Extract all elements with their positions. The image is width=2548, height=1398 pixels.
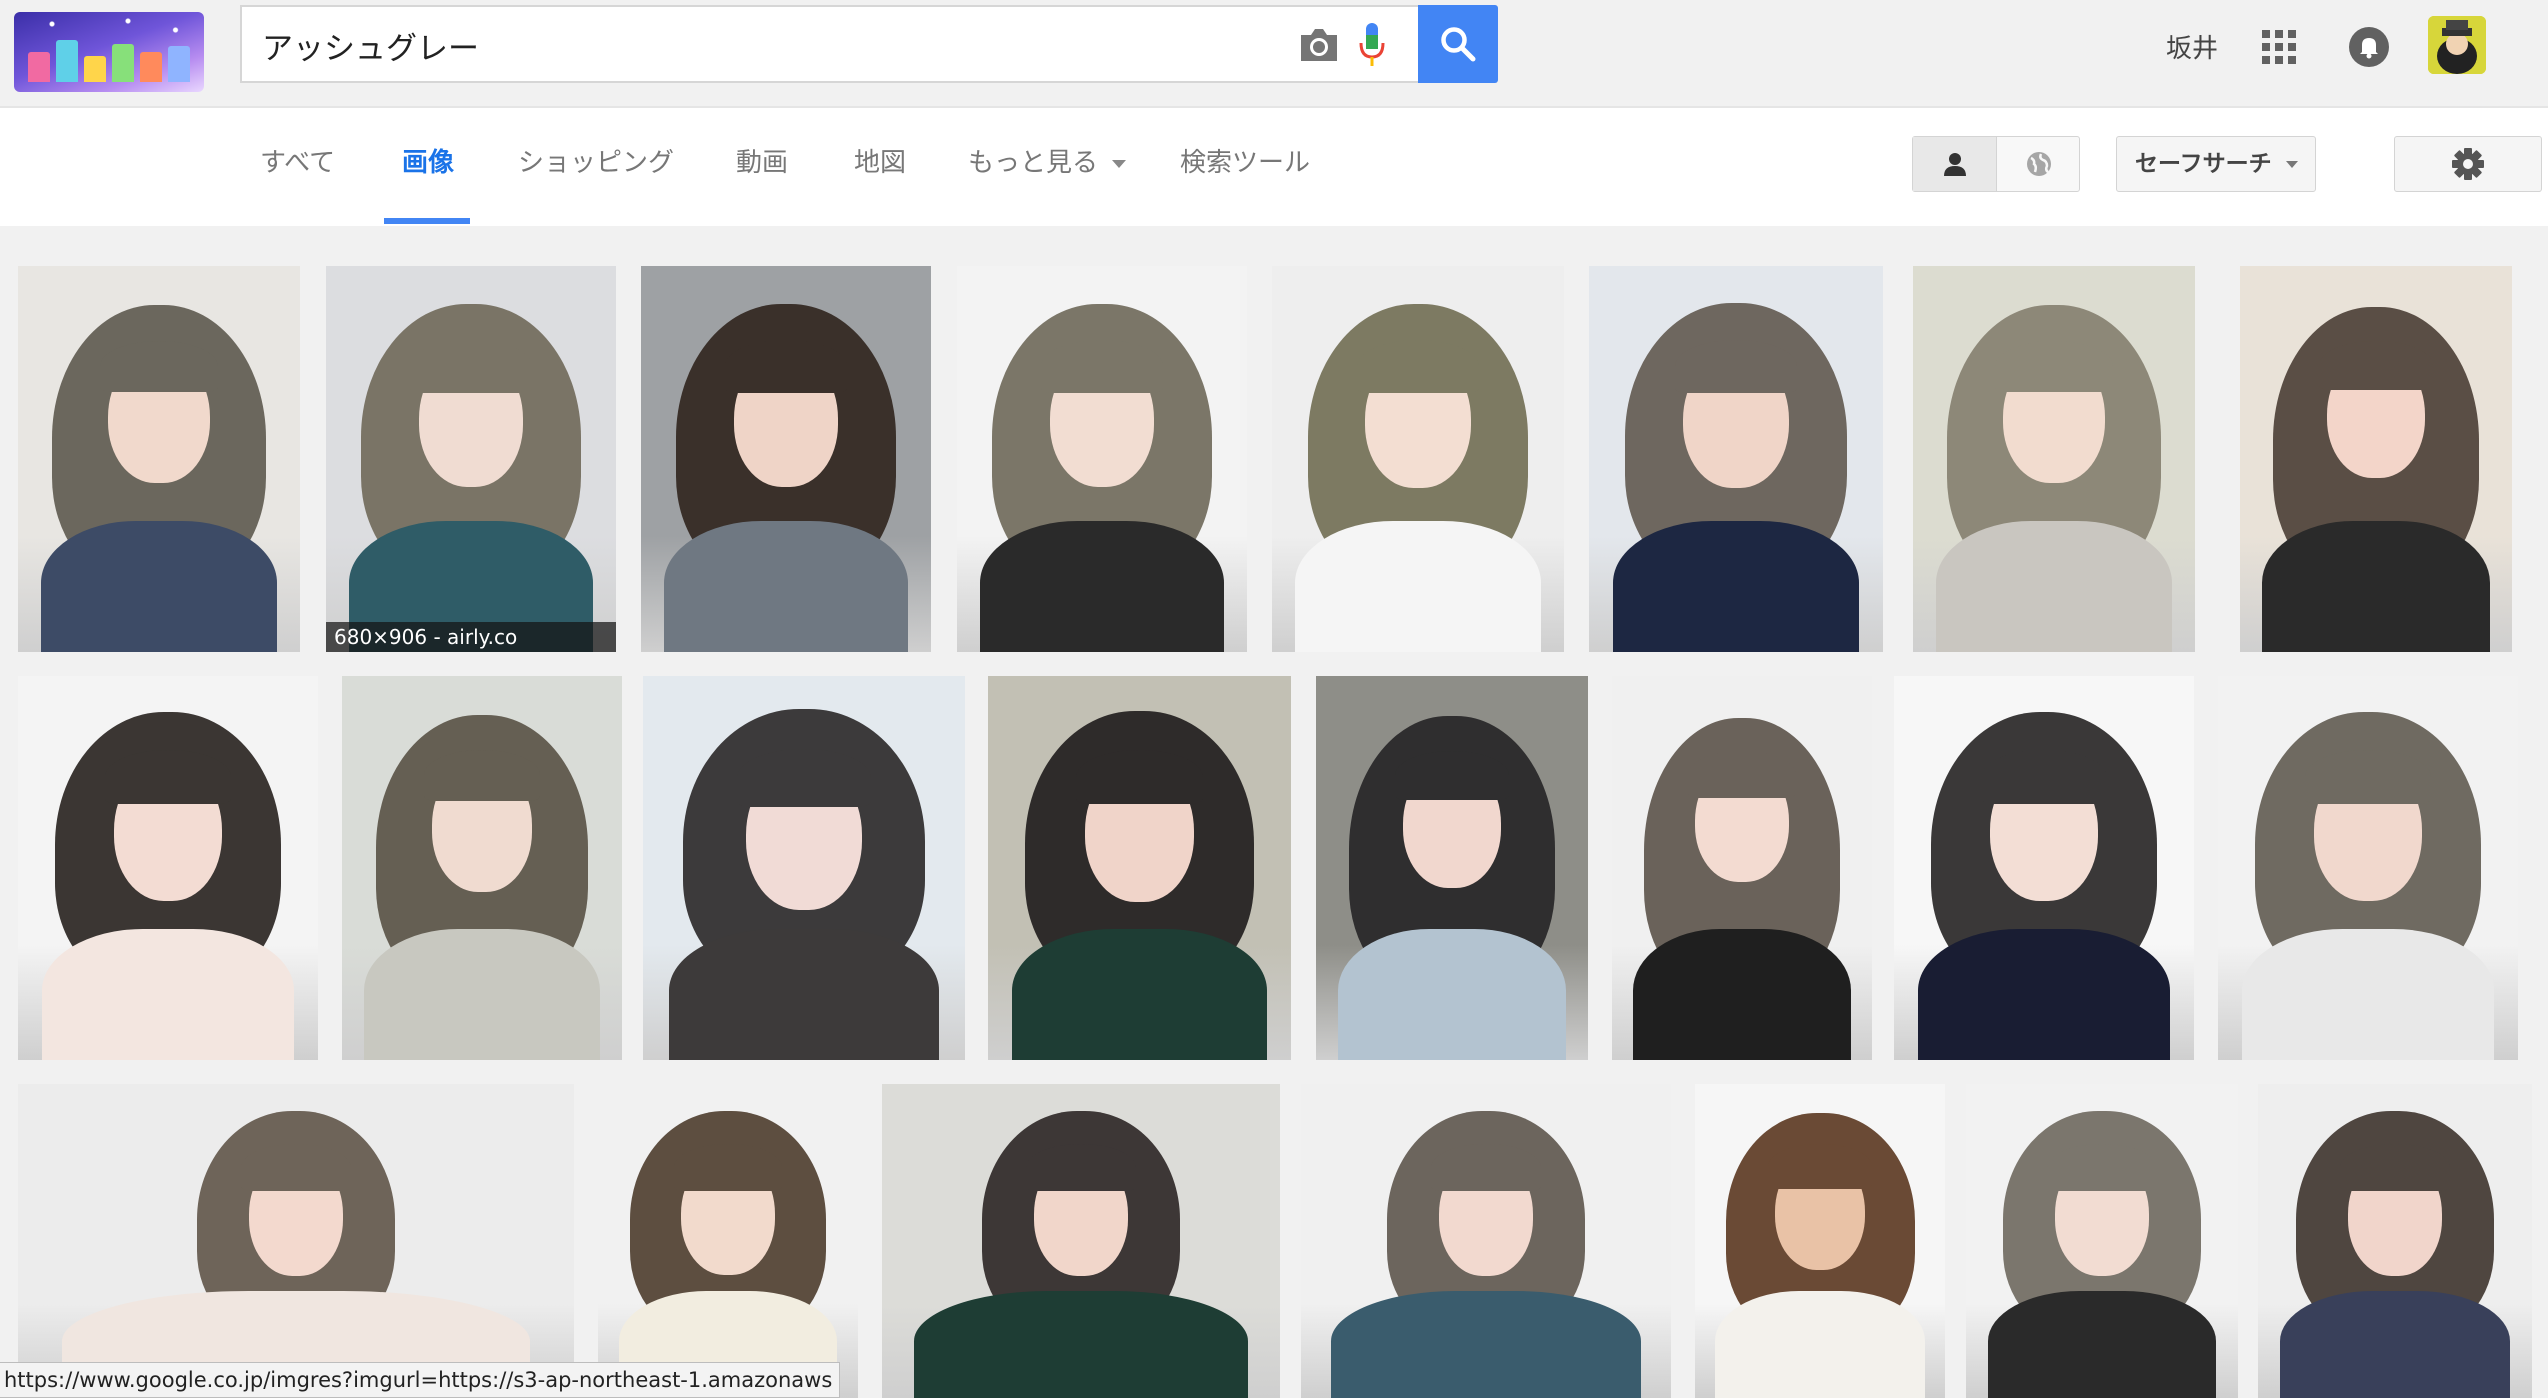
- tab-more-label: もっと見る: [968, 148, 1099, 178]
- image-result-thumbnail[interactable]: [2218, 676, 2518, 1060]
- image-result-thumbnail[interactable]: [957, 266, 1247, 652]
- image-result-thumbnail[interactable]: [342, 676, 622, 1060]
- global-results-button[interactable]: [1997, 137, 2080, 191]
- image-result-thumbnail[interactable]: [2240, 266, 2512, 652]
- settings-button[interactable]: [2394, 136, 2542, 192]
- image-result-thumbnail[interactable]: [1589, 266, 1883, 652]
- search-icon: [1441, 27, 1476, 62]
- search-box: [240, 5, 1418, 83]
- tab-images[interactable]: 画像: [402, 108, 454, 226]
- image-result-thumbnail[interactable]: [1612, 676, 1872, 1060]
- top-bar: 坂井: [0, 0, 2548, 108]
- image-result-thumbnail[interactable]: [1301, 1084, 1671, 1398]
- image-result-thumbnail[interactable]: [1913, 266, 2195, 652]
- tab-more[interactable]: もっと見る: [968, 108, 1127, 226]
- gear-icon: [2452, 148, 2484, 180]
- person-icon: [1943, 153, 1966, 176]
- google-doodle-logo[interactable]: [14, 12, 204, 92]
- image-result-thumbnail[interactable]: [1316, 676, 1588, 1060]
- chevron-down-icon: [1112, 159, 1127, 168]
- image-result-thumbnail[interactable]: [598, 1084, 858, 1398]
- status-bar-url: https://www.google.co.jp/imgres?imgurl=h…: [0, 1362, 840, 1398]
- search-button[interactable]: [1418, 5, 1498, 83]
- avatar[interactable]: [2428, 16, 2486, 74]
- chevron-down-icon: [2285, 161, 2298, 168]
- image-result-thumbnail[interactable]: [1272, 266, 1564, 652]
- bell-icon[interactable]: [2348, 26, 2390, 68]
- image-result-thumbnail[interactable]: [18, 1084, 574, 1398]
- mic-icon[interactable]: [1358, 21, 1386, 69]
- image-result-thumbnail[interactable]: [1695, 1084, 1945, 1398]
- image-result-thumbnail[interactable]: [1894, 676, 2194, 1060]
- thumbnail-hover-caption: 680×906 - airly.co: [326, 622, 616, 652]
- image-result-thumbnail[interactable]: [882, 1084, 1280, 1398]
- search-input[interactable]: [260, 7, 1264, 83]
- tab-videos[interactable]: 動画: [736, 108, 788, 226]
- image-results-grid: 680×906 - airly.co: [0, 226, 2548, 1398]
- tab-maps[interactable]: 地図: [854, 108, 906, 226]
- image-result-thumbnail[interactable]: [1966, 1084, 2238, 1398]
- tab-shopping[interactable]: ショッピング: [518, 108, 674, 226]
- tab-search-tools[interactable]: 検索ツール: [1180, 108, 1310, 226]
- image-result-thumbnail[interactable]: 680×906 - airly.co: [326, 266, 616, 652]
- apps-grid-icon[interactable]: [2262, 30, 2296, 64]
- globe-icon: [2026, 152, 2051, 176]
- image-result-thumbnail[interactable]: [18, 266, 300, 652]
- image-result-thumbnail[interactable]: [988, 676, 1291, 1060]
- safesearch-label: セーフサーチ: [2135, 151, 2272, 177]
- search-tabs-bar: すべて 画像 ショッピング 動画 地図 もっと見る 検索ツール セーフサーチ: [0, 108, 2548, 227]
- tab-all[interactable]: すべて: [260, 108, 335, 226]
- active-tab-indicator: [384, 218, 470, 224]
- image-result-thumbnail[interactable]: [2258, 1084, 2532, 1398]
- image-result-thumbnail[interactable]: [641, 266, 931, 652]
- camera-icon[interactable]: [1297, 25, 1341, 65]
- image-result-thumbnail[interactable]: [18, 676, 318, 1060]
- user-name-link[interactable]: 坂井: [2166, 28, 2218, 65]
- image-result-thumbnail[interactable]: [643, 676, 965, 1060]
- personal-results-toggle: [1912, 136, 2080, 192]
- safesearch-dropdown[interactable]: セーフサーチ: [2116, 136, 2316, 192]
- personal-results-button[interactable]: [1913, 137, 1997, 191]
